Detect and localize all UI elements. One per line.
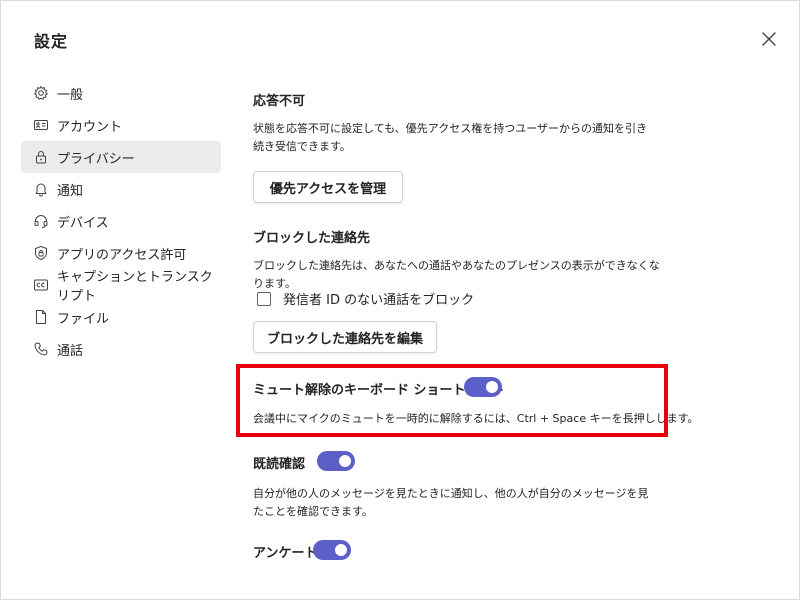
settings-dialog: 設定 一般 アカウント プライバシー 通知 デバイス アプリのアクセス許可 キャ… <box>0 0 800 600</box>
sidebar-item-captions[interactable]: キャプションとトランスクリプト <box>21 269 221 304</box>
lock-icon <box>33 149 49 165</box>
manage-priority-access-button[interactable]: 優先アクセスを管理 <box>253 171 403 203</box>
phone-icon <box>33 341 49 357</box>
file-icon <box>33 309 49 325</box>
sidebar-item-label: 一般 <box>57 87 84 103</box>
dnd-description: 状態を応答不可に設定しても、優先アクセス権を持つユーザーからの通知を引き続き受信… <box>253 122 648 153</box>
sidebar-item-notifications[interactable]: 通知 <box>21 173 221 205</box>
read-receipts-toggle[interactable] <box>317 451 355 471</box>
sidebar-item-files[interactable]: ファイル <box>21 301 221 333</box>
close-icon <box>762 32 776 46</box>
checkbox-label: 発信者 ID のない通話をブロック <box>283 293 475 308</box>
survey-toggle[interactable] <box>313 540 351 560</box>
sidebar-item-devices[interactable]: デバイス <box>21 205 221 237</box>
shield-icon <box>33 245 49 261</box>
sidebar-item-calls[interactable]: 通話 <box>21 333 221 365</box>
close-button[interactable] <box>759 29 779 49</box>
sidebar-item-label: デバイス <box>57 215 109 231</box>
sidebar-item-label: 通知 <box>57 183 84 199</box>
read-receipts-heading: 既読確認 <box>253 457 306 472</box>
blocked-contacts-description: ブロックした連絡先は、あなたへの通話やあなたのプレゼンスの表示ができなくなります… <box>253 259 660 290</box>
read-receipts-description: 自分が他の人のメッセージを見たときに通知し、他の人が自分のメッセージを見たことを… <box>253 487 649 518</box>
cc-icon <box>33 277 49 293</box>
survey-heading: アンケート <box>253 546 318 561</box>
blocked-contacts-heading: ブロックした連絡先 <box>253 231 371 246</box>
sidebar-item-label: プライバシー <box>57 151 135 167</box>
sidebar-item-label: アプリのアクセス許可 <box>57 247 187 263</box>
sidebar-item-label: ファイル <box>57 311 110 327</box>
headset-icon <box>33 213 49 229</box>
gear-icon <box>33 85 49 101</box>
sidebar-item-account[interactable]: アカウント <box>21 109 221 141</box>
sidebar-item-label: アカウント <box>57 119 123 135</box>
sidebar-item-label: 通話 <box>57 343 84 359</box>
sidebar-item-app-permissions[interactable]: アプリのアクセス許可 <box>21 237 221 269</box>
sidebar-item-general[interactable]: 一般 <box>21 77 221 109</box>
toggle-knob <box>335 544 347 556</box>
toggle-knob <box>339 455 351 467</box>
id-card-icon <box>33 117 49 133</box>
edit-blocked-contacts-button[interactable]: ブロックした連絡先を編集 <box>253 321 437 353</box>
bell-icon <box>33 181 49 197</box>
settings-sidebar: 一般 アカウント プライバシー 通知 デバイス アプリのアクセス許可 キャプショ… <box>21 77 221 365</box>
highlight-box <box>236 364 668 437</box>
checkbox-box[interactable] <box>257 291 271 306</box>
block-no-caller-id-checkbox[interactable]: 発信者 ID のない通話をブロック <box>257 289 474 308</box>
sidebar-item-privacy[interactable]: プライバシー <box>21 141 221 173</box>
dialog-title: 設定 <box>34 32 69 51</box>
dnd-heading: 応答不可 <box>253 94 306 109</box>
sidebar-item-label: キャプションとトランスクリプト <box>57 270 213 304</box>
